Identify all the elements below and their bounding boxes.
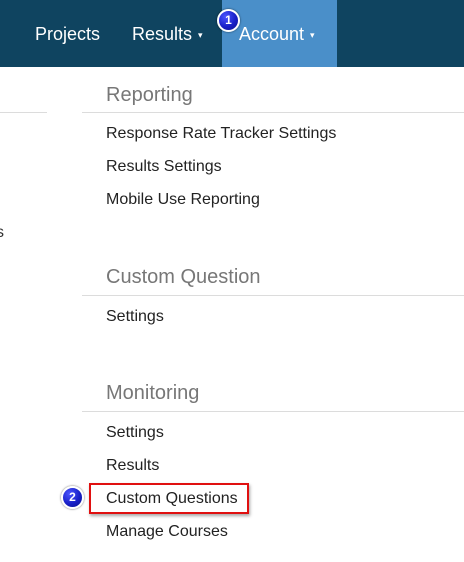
menu-item-mobile-use-reporting[interactable]: Mobile Use Reporting — [106, 191, 260, 209]
caret-down-icon: ▾ — [310, 30, 315, 40]
section-divider — [82, 295, 464, 296]
step-badge-1: 1 — [217, 9, 240, 32]
menu-item-manage-courses[interactable]: Manage Courses — [106, 523, 228, 541]
section-heading-custom-question: Custom Question — [106, 266, 261, 288]
nav-account-label: Account — [239, 24, 305, 44]
highlight-box — [89, 483, 249, 514]
menu-item-custom-question-settings[interactable]: Settings — [106, 308, 164, 326]
caret-down-icon: ▾ — [198, 30, 203, 40]
section-divider — [82, 112, 464, 113]
menu-item-results-settings[interactable]: Results Settings — [106, 158, 222, 176]
step-badge-2: 2 — [61, 486, 84, 509]
section-heading-monitoring: Monitoring — [106, 382, 200, 404]
section-heading-reporting: Reporting — [106, 84, 193, 106]
nav-results-dropdown[interactable]: Results ▾ — [132, 0, 203, 67]
nav-account-dropdown[interactable]: Account ▾ — [222, 0, 337, 67]
nav-projects-label: Projects — [35, 24, 101, 44]
left-panel-text-fragment: s — [0, 224, 4, 241]
menu-item-response-rate-tracker-settings[interactable]: Response Rate Tracker Settings — [106, 125, 336, 143]
section-divider — [82, 411, 464, 412]
left-panel-divider — [0, 112, 47, 113]
nav-results-label: Results — [132, 24, 193, 44]
menu-item-monitoring-results[interactable]: Results — [106, 457, 159, 475]
nav-projects[interactable]: Projects — [35, 0, 100, 67]
menu-item-monitoring-settings[interactable]: Settings — [106, 424, 164, 442]
